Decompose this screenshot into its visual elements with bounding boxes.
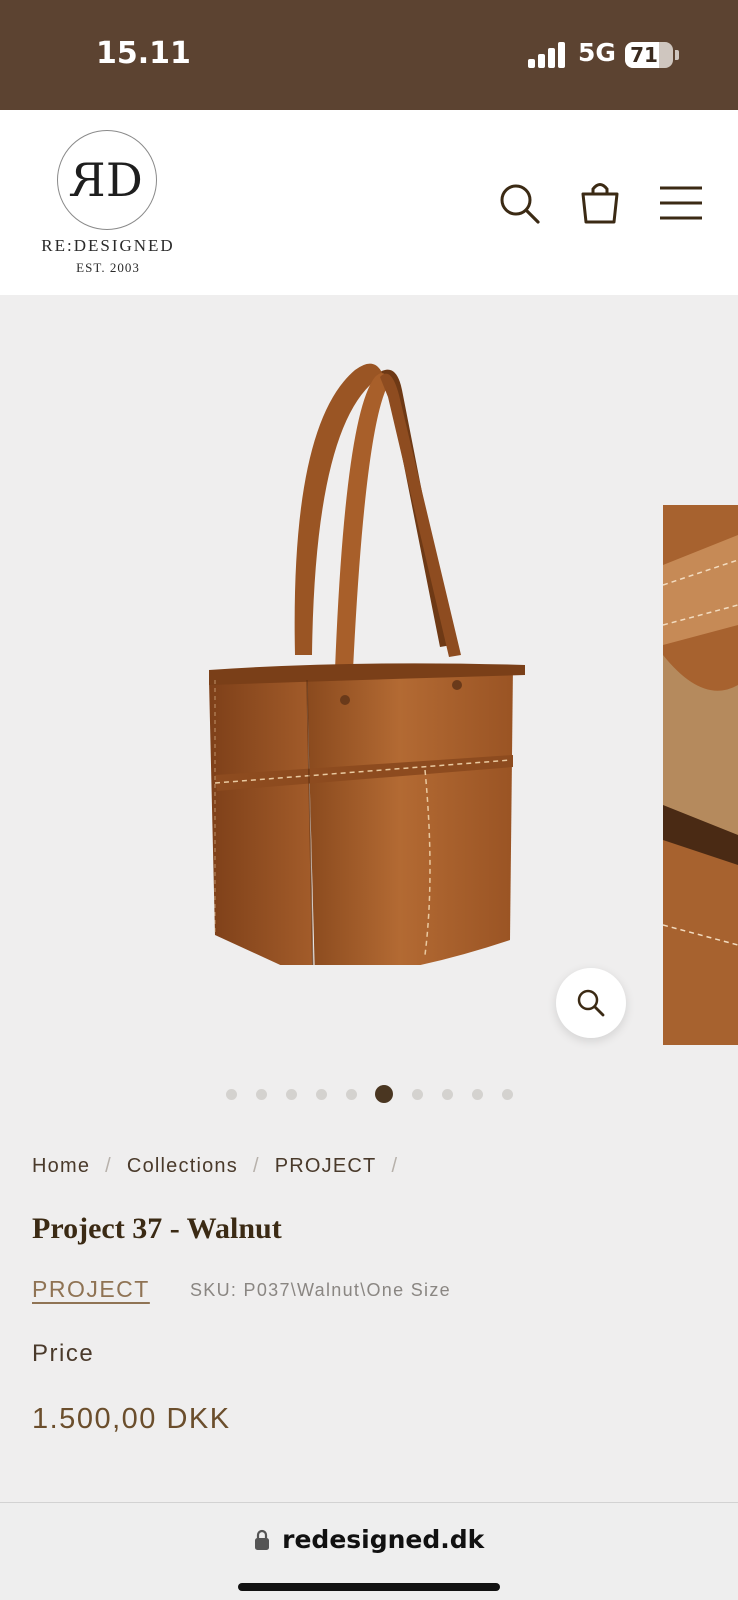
product-sku: SKU: P037\Walnut\One Size: [190, 1280, 451, 1300]
gallery-pagination: [0, 1084, 738, 1104]
next-product-image[interactable]: [663, 505, 738, 1045]
site-header: RD RE:DESIGNED EST. 2003: [0, 110, 738, 295]
breadcrumb-home[interactable]: Home: [32, 1155, 90, 1177]
battery-icon: 71: [625, 42, 673, 68]
signal-icon: [528, 42, 566, 68]
gallery-dot[interactable]: [471, 1089, 483, 1100]
product-gallery[interactable]: [0, 295, 738, 1055]
zoom-icon: [577, 989, 605, 1017]
gallery-dot[interactable]: [411, 1089, 423, 1100]
url-text: redesigned.dk: [282, 1525, 485, 1554]
gallery-dot[interactable]: [285, 1089, 297, 1100]
status-bar: 15.11 5G 71: [0, 0, 738, 110]
search-icon[interactable]: [496, 180, 544, 228]
battery-nub: [675, 50, 679, 60]
gallery-dot[interactable]: [441, 1089, 453, 1100]
logo-est: EST. 2003: [76, 260, 140, 275]
gallery-dot[interactable]: [501, 1089, 513, 1100]
browser-address-bar[interactable]: redesigned.dk: [0, 1502, 738, 1600]
menu-icon[interactable]: [658, 180, 706, 228]
vendor-link[interactable]: PROJECT: [32, 1276, 150, 1303]
price-value: 1.500,00 DKK: [32, 1403, 231, 1435]
breadcrumb-separator: /: [252, 1155, 260, 1177]
status-time: 15.11: [96, 36, 191, 71]
lock-icon: [254, 1529, 269, 1550]
logo-name: RE:DESIGNED: [41, 236, 175, 255]
price-label: Price: [32, 1340, 95, 1367]
breadcrumb-separator: /: [105, 1155, 112, 1177]
logo-emblem: RD: [57, 130, 157, 230]
gallery-dot[interactable]: [255, 1089, 267, 1100]
gallery-dot[interactable]: [315, 1089, 327, 1100]
url-container[interactable]: redesigned.dk: [0, 1525, 738, 1554]
gallery-dot[interactable]: [345, 1089, 357, 1100]
gallery-dot[interactable]: [225, 1089, 237, 1100]
zoom-button[interactable]: [556, 968, 626, 1038]
bag-icon[interactable]: [577, 180, 625, 228]
breadcrumb: Home / Collections / PROJECT /: [32, 1155, 413, 1178]
logo-monogram: RD: [81, 153, 143, 207]
home-indicator: [238, 1583, 500, 1591]
network-type: 5G: [578, 38, 616, 67]
breadcrumb-collections[interactable]: Collections: [127, 1155, 238, 1177]
battery-level: 71: [630, 43, 658, 67]
product-title: Project 37 - Walnut: [32, 1212, 282, 1245]
product-image[interactable]: [195, 335, 535, 965]
breadcrumb-separator: /: [391, 1155, 399, 1177]
breadcrumb-project[interactable]: PROJECT: [275, 1155, 377, 1177]
gallery-dot[interactable]: [375, 1085, 393, 1103]
